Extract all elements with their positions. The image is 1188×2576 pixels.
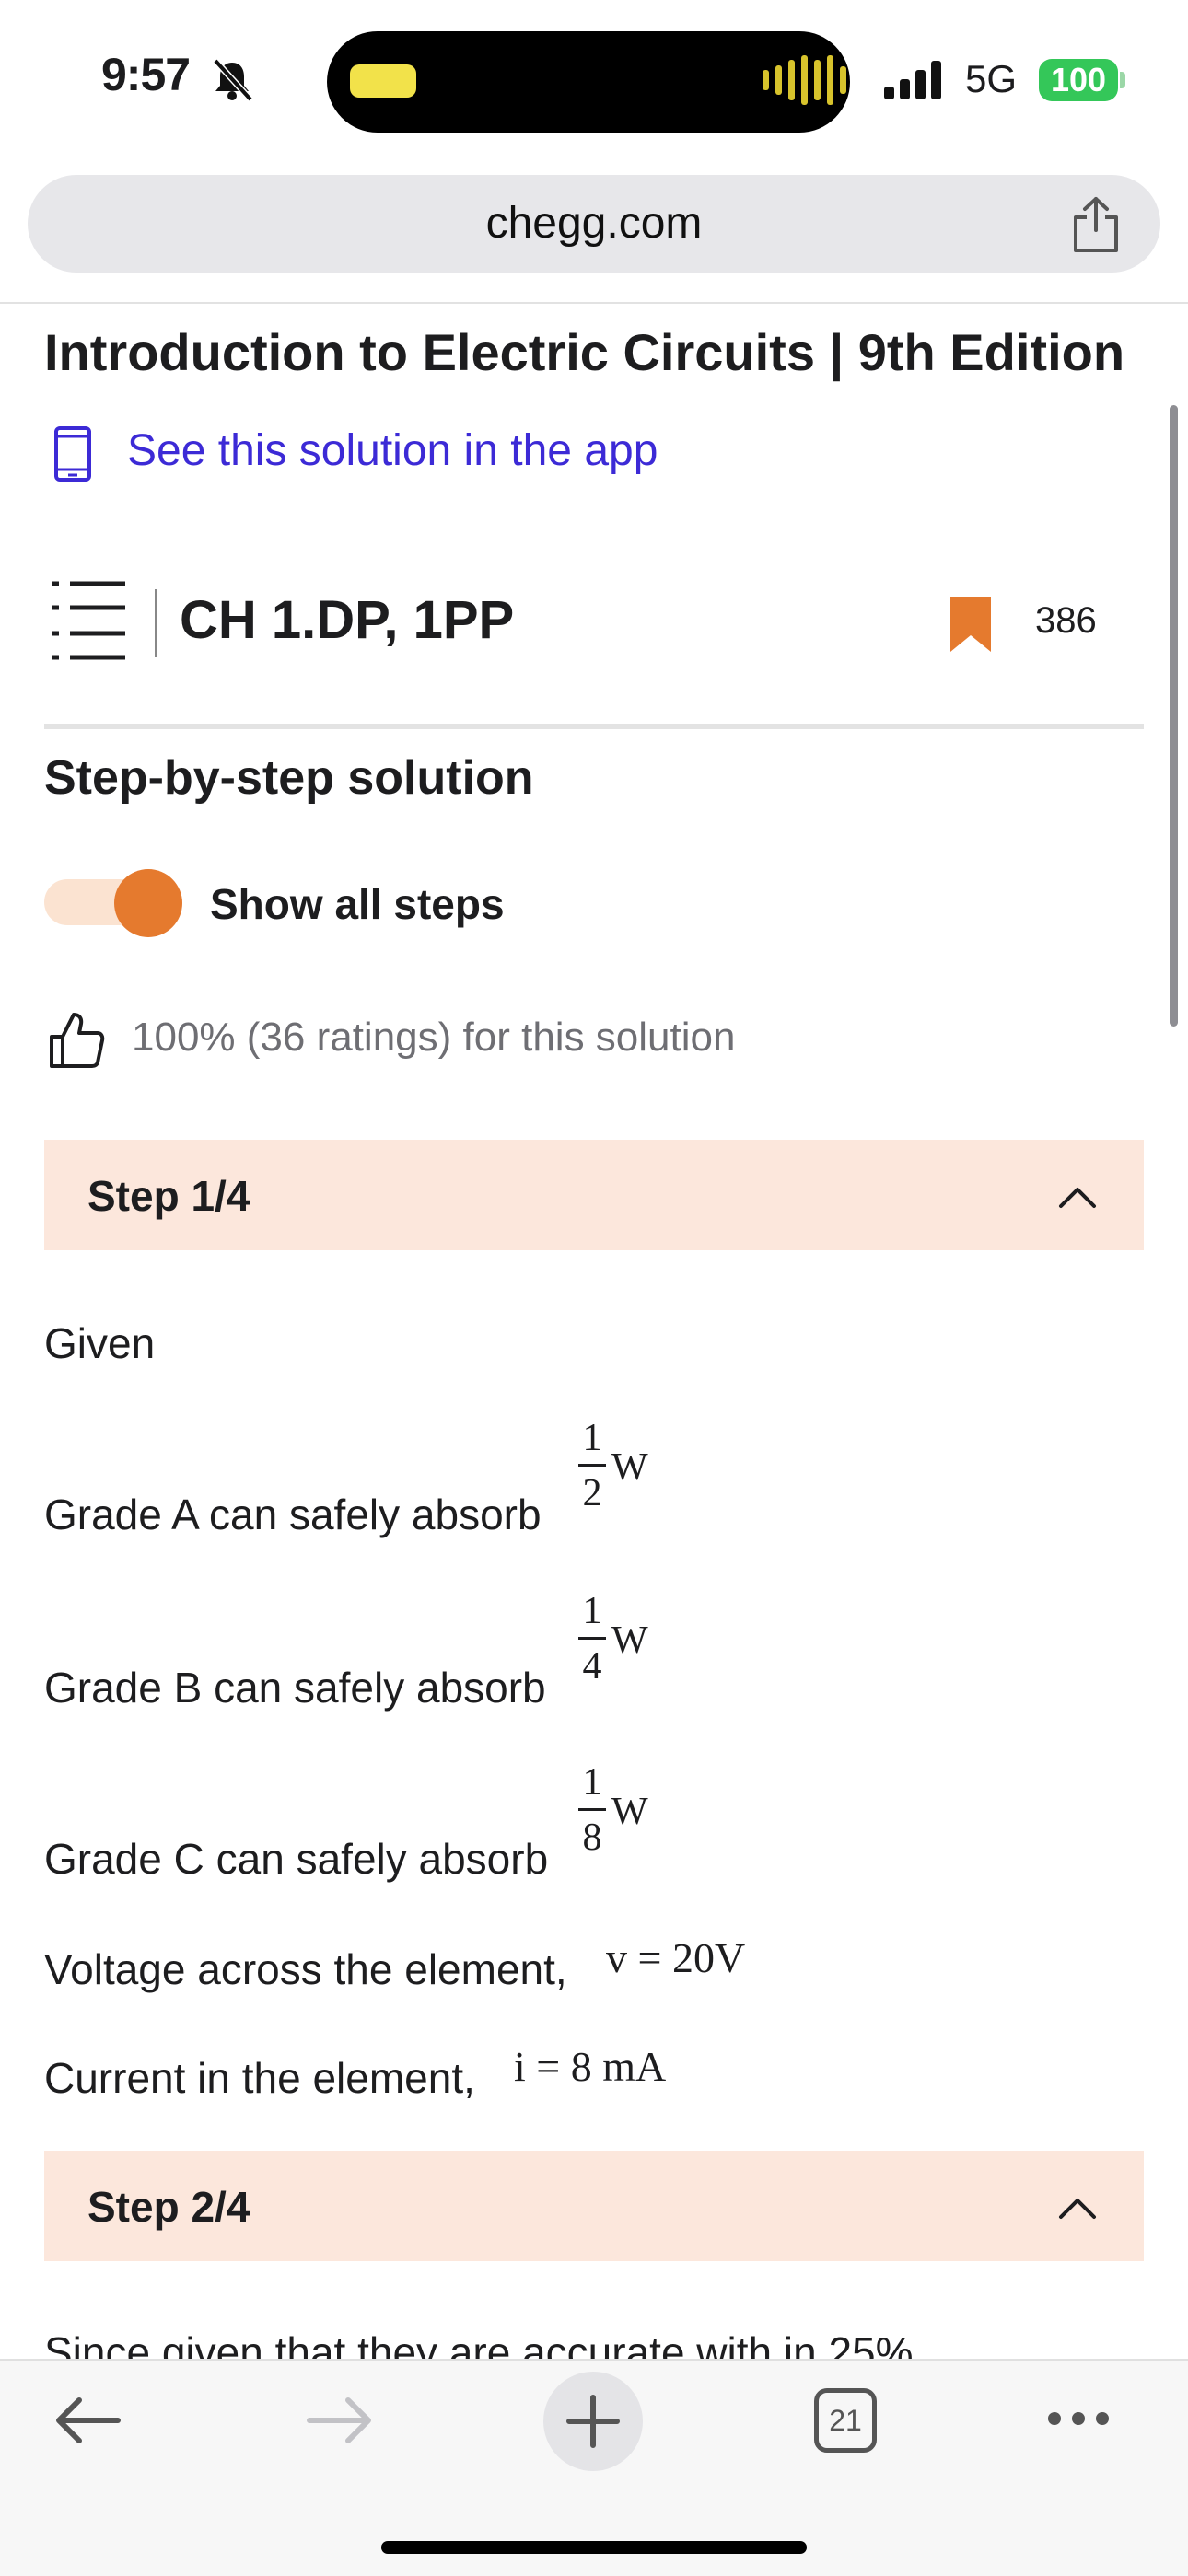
grade-a-numerator: 1 [582, 1417, 602, 1459]
thumbs-up-icon[interactable] [48, 1009, 105, 1070]
section-divider [44, 724, 1144, 729]
address-bar-url[interactable]: chegg.com [28, 175, 1160, 273]
fraction-bar [578, 1808, 606, 1811]
book-title: Introduction to Electric Circuits | 9th … [44, 323, 1125, 381]
phone-icon[interactable] [53, 425, 92, 482]
toggle-knob[interactable] [114, 869, 182, 937]
grade-b-unit: W [611, 1619, 648, 1662]
step-1-label[interactable]: Step 1/4 [87, 1171, 250, 1221]
grade-c-numerator: 1 [582, 1761, 602, 1804]
home-indicator[interactable] [381, 2541, 807, 2554]
table-of-contents-icon[interactable] [48, 578, 129, 663]
voltage-value: v = 20V [606, 1934, 746, 1981]
grade-a-denominator: 2 [582, 1472, 602, 1514]
scrollbar[interactable] [1170, 405, 1178, 1027]
grade-c-unit: W [611, 1791, 648, 1833]
silent-bell-icon [213, 58, 253, 102]
grade-a-text: Grade A can safely absorb [44, 1491, 542, 1538]
grade-c-text: Grade C can safely absorb [44, 1835, 549, 1883]
current-text: Current in the element, [44, 2054, 475, 2102]
grade-b-numerator: 1 [582, 1590, 602, 1632]
network-type: 5G [965, 57, 1018, 100]
chapter-selector[interactable]: CH 1.DP, 1PP [180, 589, 514, 651]
audio-waveform-icon [763, 55, 846, 105]
grade-b-denominator: 4 [582, 1645, 602, 1688]
section-title: Step-by-step solution [44, 751, 534, 805]
given-text: Given [44, 1319, 156, 1367]
status-time: 9:57 [101, 49, 191, 100]
chevron-up-icon[interactable] [1057, 2195, 1098, 2221]
bookmark-icon[interactable] [950, 597, 991, 652]
cellular-signal-icon [884, 59, 941, 99]
grade-a-unit: W [611, 1446, 648, 1489]
live-activity-icon [350, 64, 416, 98]
header-divider [0, 302, 1188, 304]
grade-b-text: Grade B can safely absorb [44, 1664, 546, 1712]
plus-icon[interactable] [565, 2394, 621, 2449]
current-value: i = 8 mA [514, 2043, 667, 2090]
more-menu-icon[interactable] [1048, 2412, 1109, 2425]
battery-icon: 100 [1039, 59, 1118, 101]
see-in-app-link[interactable]: See this solution in the app [127, 425, 658, 476]
battery-tip [1120, 72, 1125, 88]
fraction-bar [578, 1464, 606, 1467]
rating-text: 100% (36 ratings) for this solution [132, 1015, 736, 1060]
voltage-text: Voltage across the element, [44, 1945, 567, 1993]
grade-c-denominator: 8 [582, 1816, 602, 1859]
tabs-button[interactable]: 21 [814, 2388, 877, 2453]
step-2-label[interactable]: Step 2/4 [87, 2182, 250, 2232]
share-icon[interactable] [1068, 195, 1124, 254]
bookmark-count: 386 [1035, 600, 1097, 641]
fraction-bar [578, 1637, 606, 1640]
back-arrow-icon[interactable] [53, 2396, 123, 2445]
show-all-steps-label[interactable]: Show all steps [210, 879, 505, 929]
chevron-up-icon[interactable] [1057, 1184, 1098, 1210]
chapter-separator [155, 589, 157, 657]
forward-arrow-icon[interactable] [304, 2396, 374, 2445]
